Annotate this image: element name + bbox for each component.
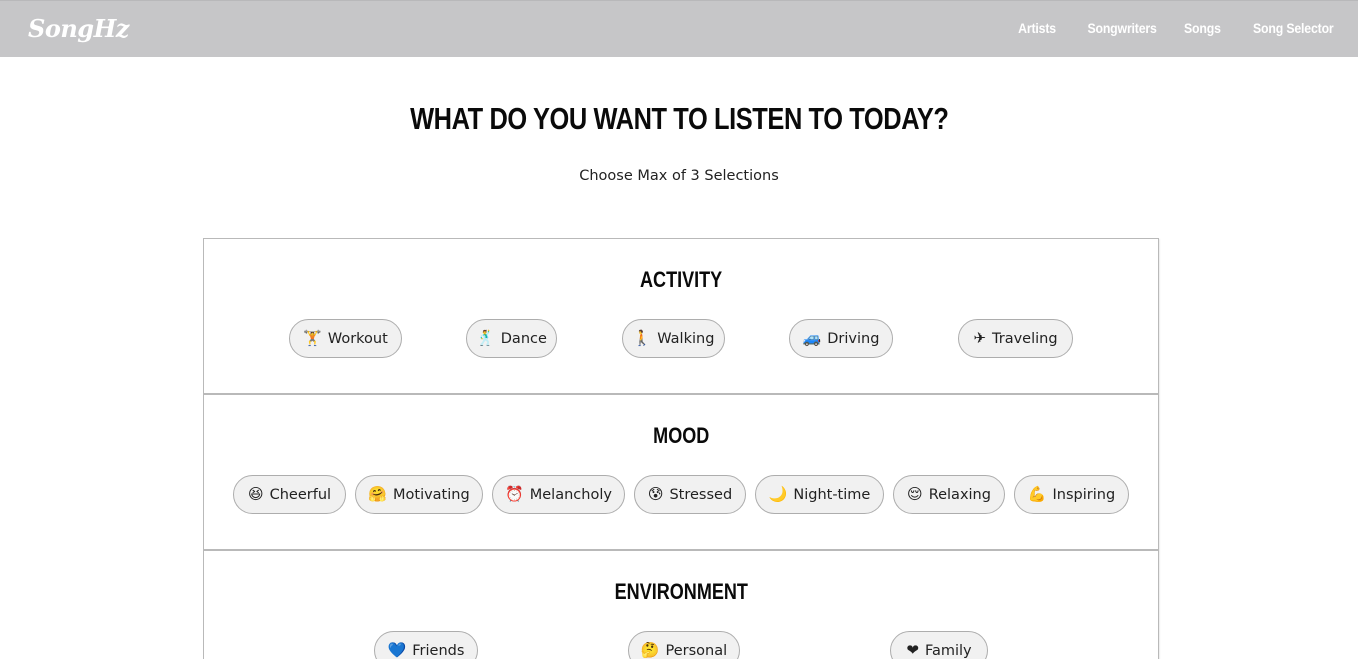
option-traveling[interactable]: ✈ Traveling bbox=[958, 319, 1073, 358]
option-label: Inspiring bbox=[1052, 486, 1116, 503]
selection-instructions: Choose Max of 3 Selections bbox=[579, 168, 779, 184]
section-title-text: ACTIVITY bbox=[639, 267, 723, 292]
option-family[interactable]: ❤ Family bbox=[890, 631, 988, 659]
option-label: Friends bbox=[412, 642, 465, 659]
option-label: Driving bbox=[827, 330, 880, 347]
page-title-text: WHAT DO YOU WANT TO LISTEN TO TODAY? bbox=[409, 101, 949, 136]
weightlifter-icon: 🏋 bbox=[303, 329, 322, 347]
option-dance[interactable]: 🕺 Dance bbox=[466, 319, 557, 358]
option-stressed[interactable]: 😰 Stressed bbox=[634, 475, 746, 514]
option-melancholy[interactable]: ⏰ Melancholy bbox=[492, 475, 625, 514]
option-label: Workout bbox=[327, 330, 388, 347]
option-label: Walking bbox=[657, 330, 715, 347]
alarm-clock-icon: ⏰ bbox=[505, 485, 524, 503]
option-driving[interactable]: 🚙 Driving bbox=[789, 319, 893, 358]
option-inspiring[interactable]: 💪 Inspiring bbox=[1014, 475, 1129, 514]
red-heart-icon: ❤ bbox=[906, 641, 919, 659]
section-title-environment: ENVIRONMENT bbox=[204, 579, 1158, 605]
top-navigation-bar: SongHz Artists Songwriters Songs Song Se… bbox=[0, 0, 1358, 57]
option-personal[interactable]: 🤔 Personal bbox=[628, 631, 740, 659]
section-title-text: MOOD bbox=[652, 423, 710, 448]
option-walking[interactable]: 🚶 Walking bbox=[622, 319, 725, 358]
option-friends[interactable]: 💙 Friends bbox=[374, 631, 478, 659]
option-label: Melancholy bbox=[529, 486, 612, 503]
blue-heart-icon: 💙 bbox=[387, 641, 407, 659]
car-icon: 🚙 bbox=[802, 329, 822, 347]
option-label: Traveling bbox=[992, 330, 1058, 347]
option-label: Stressed bbox=[669, 486, 733, 503]
relieved-face-icon: 😌 bbox=[907, 485, 923, 503]
dancer-icon: 🕺 bbox=[476, 329, 495, 347]
hugging-face-icon: 🤗 bbox=[368, 485, 387, 503]
section-title-activity: ACTIVITY bbox=[204, 267, 1158, 293]
section-title-mood: MOOD bbox=[204, 423, 1158, 449]
mood-section: MOOD 😆 Cheerful 🤗 Motivating ⏰ Melanchol… bbox=[203, 394, 1159, 550]
option-label: Cheerful bbox=[269, 486, 332, 503]
airplane-icon: ✈ bbox=[973, 329, 987, 347]
option-label: Night-time bbox=[793, 486, 871, 503]
section-title-text: ENVIRONMENT bbox=[614, 579, 748, 604]
option-night-time[interactable]: 🌙 Night-time bbox=[755, 475, 884, 514]
flexed-biceps-icon: 💪 bbox=[1027, 485, 1047, 503]
page-title: WHAT DO YOU WANT TO LISTEN TO TODAY? bbox=[0, 101, 1358, 137]
nav-link-songs[interactable]: Songs bbox=[1184, 20, 1221, 36]
nav-link-song-selector[interactable]: Song Selector bbox=[1253, 20, 1334, 36]
thinking-face-icon: 🤔 bbox=[640, 641, 660, 659]
option-workout[interactable]: 🏋 Workout bbox=[289, 319, 402, 358]
option-label: Personal bbox=[665, 642, 728, 659]
option-label: Motivating bbox=[393, 486, 470, 503]
option-label: Family bbox=[924, 642, 972, 659]
walking-person-icon: 🚶 bbox=[632, 329, 652, 347]
option-motivating[interactable]: 🤗 Motivating bbox=[355, 475, 483, 514]
crescent-moon-icon: 🌙 bbox=[768, 485, 788, 503]
main-nav: Artists Songwriters Songs Song Selector bbox=[1013, 20, 1334, 36]
anxious-face-icon: 😰 bbox=[647, 485, 664, 503]
activity-section: ACTIVITY 🏋 Workout 🕺 Dance 🚶 Walking 🚙 D… bbox=[203, 238, 1159, 394]
nav-link-artists[interactable]: Artists bbox=[1018, 20, 1056, 36]
laughing-face-icon: 😆 bbox=[247, 485, 264, 503]
nav-link-songwriters[interactable]: Songwriters bbox=[1087, 20, 1156, 36]
option-cheerful[interactable]: 😆 Cheerful bbox=[233, 475, 346, 514]
environment-section: ENVIRONMENT 💙 Friends 🤔 Personal ❤ Famil… bbox=[203, 550, 1159, 659]
songhz-logo[interactable]: SongHz bbox=[28, 14, 129, 43]
option-label: Dance bbox=[500, 330, 547, 347]
option-relaxing[interactable]: 😌 Relaxing bbox=[893, 475, 1005, 514]
option-label: Relaxing bbox=[928, 486, 991, 503]
